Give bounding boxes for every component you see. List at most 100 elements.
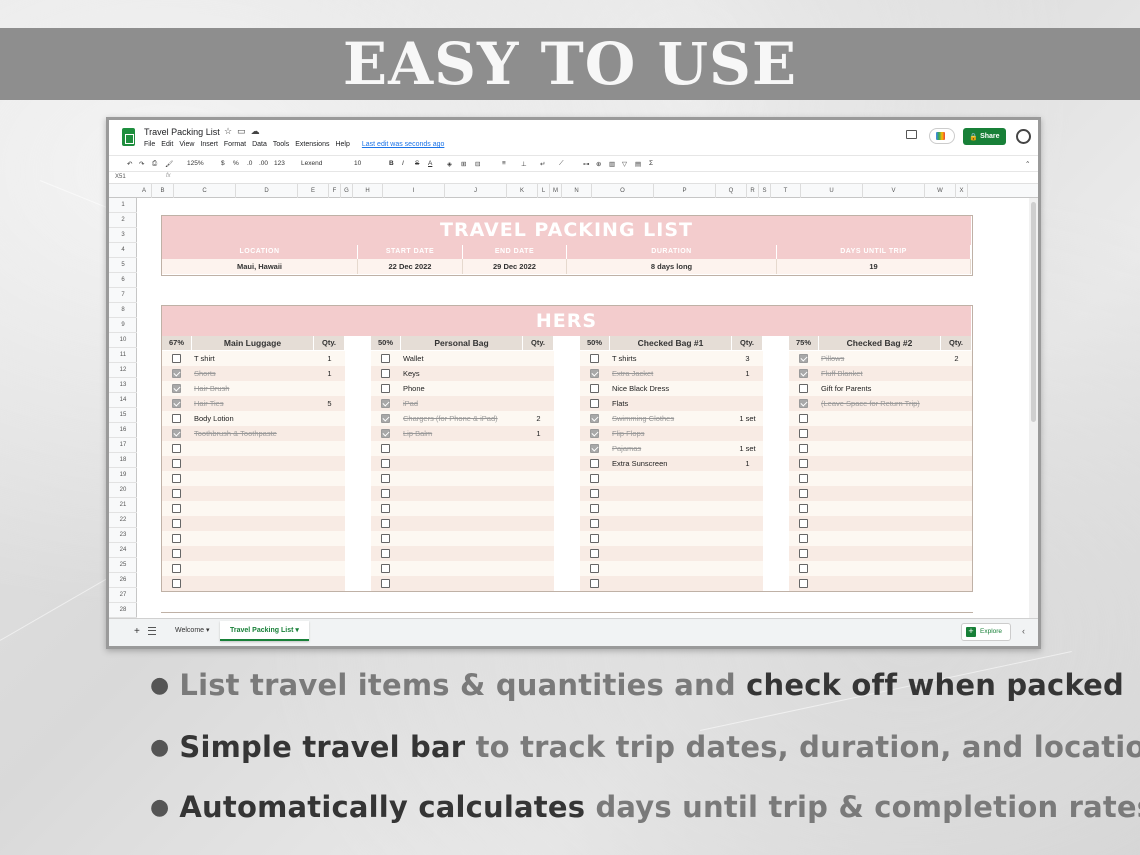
row-header[interactable]: 8 — [109, 303, 137, 318]
column-header-d[interactable]: D — [236, 184, 298, 198]
packed-checkbox[interactable] — [172, 579, 181, 588]
item-name-cell[interactable] — [192, 531, 314, 546]
row-header[interactable]: 27 — [109, 588, 137, 603]
sheet-tab-travel-packing-list[interactable]: Travel Packing List ▾ — [220, 621, 309, 641]
row-header[interactable]: 5 — [109, 258, 137, 273]
item-name-cell[interactable] — [819, 426, 941, 441]
item-name-cell[interactable] — [401, 546, 523, 561]
menu-item-file[interactable]: File — [144, 141, 155, 148]
borders-icon[interactable]: ⊞ — [461, 160, 466, 168]
item-name-cell[interactable] — [401, 576, 523, 591]
item-qty-cell[interactable] — [941, 531, 972, 546]
item-name-cell[interactable]: Wallet — [401, 351, 523, 366]
item-qty-cell[interactable] — [523, 516, 554, 531]
row-header[interactable]: 28 — [109, 603, 137, 618]
item-qty-cell[interactable] — [732, 501, 763, 516]
item-qty-cell[interactable] — [732, 531, 763, 546]
packed-checkbox[interactable] — [799, 429, 808, 438]
packed-checkbox[interactable] — [172, 564, 181, 573]
item-qty-cell[interactable] — [941, 546, 972, 561]
packed-checkbox[interactable] — [799, 444, 808, 453]
column-header-v[interactable]: V — [863, 184, 925, 198]
text-wrap-icon[interactable]: ↵ — [540, 160, 545, 168]
item-name-cell[interactable]: T shirts — [610, 351, 732, 366]
item-name-cell[interactable] — [819, 456, 941, 471]
menu-item-extensions[interactable]: Extensions — [295, 141, 329, 148]
item-qty-cell[interactable] — [732, 516, 763, 531]
packed-checkbox[interactable] — [590, 579, 599, 588]
item-name-cell[interactable] — [819, 561, 941, 576]
column-header-c[interactable]: C — [174, 184, 236, 198]
zoom-select[interactable]: 125% — [187, 160, 204, 167]
packed-checkbox[interactable] — [590, 504, 599, 513]
menu-item-insert[interactable]: Insert — [200, 141, 218, 148]
item-qty-cell[interactable]: 1 — [314, 351, 345, 366]
packed-checkbox[interactable] — [381, 459, 390, 468]
item-name-cell[interactable] — [192, 546, 314, 561]
row-header[interactable]: 22 — [109, 513, 137, 528]
number-format-select[interactable]: 123 — [274, 160, 285, 167]
packed-checkbox[interactable] — [590, 429, 599, 438]
item-name-cell[interactable] — [819, 531, 941, 546]
row-header[interactable]: 21 — [109, 498, 137, 513]
packed-checkbox[interactable] — [381, 579, 390, 588]
sheet-tab-welcome[interactable]: Welcome ▾ — [165, 621, 220, 641]
packed-checkbox[interactable] — [799, 579, 808, 588]
item-qty-cell[interactable]: 1 set — [732, 411, 763, 426]
item-name-cell[interactable] — [819, 411, 941, 426]
merge-cells-icon[interactable]: ⊟ — [475, 160, 480, 168]
last-edit-link[interactable]: Last edit was seconds ago — [362, 141, 445, 148]
item-name-cell[interactable] — [819, 471, 941, 486]
item-name-cell[interactable]: Keys — [401, 366, 523, 381]
trip-value-start-date[interactable]: 22 Dec 2022 — [358, 259, 463, 274]
comment-history-icon[interactable] — [906, 130, 917, 139]
strikethrough-button[interactable]: S — [415, 160, 419, 167]
item-qty-cell[interactable] — [941, 396, 972, 411]
item-name-cell[interactable] — [819, 501, 941, 516]
trip-value-days-until-trip[interactable]: 19 — [777, 259, 971, 274]
packed-checkbox[interactable] — [799, 474, 808, 483]
item-name-cell[interactable]: Chargers (for Phone & iPad) — [401, 411, 523, 426]
column-header-m[interactable]: M — [550, 184, 562, 198]
packed-checkbox[interactable] — [799, 459, 808, 468]
item-qty-cell[interactable]: 5 — [314, 396, 345, 411]
row-header[interactable]: 2 — [109, 213, 137, 228]
italic-button[interactable]: I — [402, 160, 404, 167]
sheet-grid[interactable]: TRAVEL PACKING LIST LOCATION Maui, Hawaii… — [137, 198, 1025, 618]
item-qty-cell[interactable] — [314, 561, 345, 576]
packed-checkbox[interactable] — [172, 429, 181, 438]
item-qty-cell[interactable]: 3 — [732, 351, 763, 366]
all-sheets-icon[interactable] — [148, 627, 156, 635]
menu-item-help[interactable]: Help — [335, 141, 349, 148]
packed-checkbox[interactable] — [590, 519, 599, 528]
packed-checkbox[interactable] — [799, 384, 808, 393]
item-name-cell[interactable] — [610, 516, 732, 531]
item-qty-cell[interactable] — [314, 576, 345, 591]
explore-button[interactable]: Explore — [961, 623, 1011, 641]
packed-checkbox[interactable] — [172, 354, 181, 363]
item-qty-cell[interactable]: 1 — [732, 456, 763, 471]
row-header[interactable]: 6 — [109, 273, 137, 288]
row-header[interactable]: 13 — [109, 378, 137, 393]
column-header-n[interactable]: N — [562, 184, 592, 198]
currency-format-button[interactable]: $ — [221, 160, 225, 167]
column-header-k[interactable]: K — [507, 184, 538, 198]
item-name-cell[interactable]: Phone — [401, 381, 523, 396]
item-qty-cell[interactable] — [314, 381, 345, 396]
item-qty-cell[interactable] — [314, 501, 345, 516]
account-avatar-icon[interactable] — [1016, 129, 1031, 144]
packed-checkbox[interactable] — [799, 414, 808, 423]
item-name-cell[interactable] — [819, 576, 941, 591]
item-name-cell[interactable]: Flats — [610, 396, 732, 411]
row-header[interactable]: 16 — [109, 423, 137, 438]
packed-checkbox[interactable] — [381, 384, 390, 393]
item-name-cell[interactable] — [610, 471, 732, 486]
packed-checkbox[interactable] — [590, 444, 599, 453]
packed-checkbox[interactable] — [590, 369, 599, 378]
menu-item-data[interactable]: Data — [252, 141, 267, 148]
menu-item-edit[interactable]: Edit — [161, 141, 173, 148]
column-header-p[interactable]: P — [654, 184, 716, 198]
item-qty-cell[interactable]: 1 — [523, 426, 554, 441]
item-qty-cell[interactable] — [523, 486, 554, 501]
packed-checkbox[interactable] — [799, 354, 808, 363]
